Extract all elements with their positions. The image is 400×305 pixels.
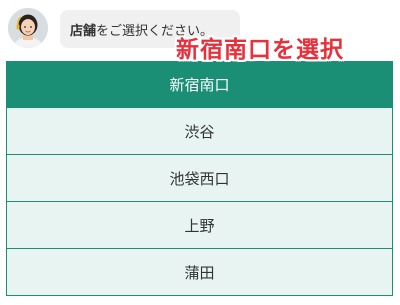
store-option-kamata[interactable]: 蒲田: [6, 249, 393, 296]
store-option-label: 池袋西口: [169, 169, 230, 188]
store-option-label: 新宿南口: [169, 76, 230, 94]
operator-avatar: [8, 8, 48, 48]
store-option-ikebukuro-nishiguchi[interactable]: 池袋西口: [6, 155, 393, 202]
store-list: 新宿南口 渋谷 池袋西口 上野 蒲田: [6, 61, 393, 296]
store-option-shinjuku-minamiguchi[interactable]: 新宿南口: [6, 61, 393, 108]
operator-avatar-icon: [8, 8, 48, 48]
store-option-label: 渋谷: [184, 122, 215, 141]
store-option-ueno[interactable]: 上野: [6, 202, 393, 249]
store-option-shibuya[interactable]: 渋谷: [6, 108, 393, 155]
chat-bubble-keyword: 店舗: [70, 23, 97, 39]
store-option-label: 蒲田: [184, 263, 215, 282]
instruction-annotation: 新宿南口を選択: [176, 37, 344, 63]
store-option-label: 上野: [184, 216, 215, 235]
store-selection-screen: 店舗 をご選択ください。 新宿南口を選択 新宿南口 渋谷 池袋西口 上野 蒲田: [0, 0, 400, 305]
